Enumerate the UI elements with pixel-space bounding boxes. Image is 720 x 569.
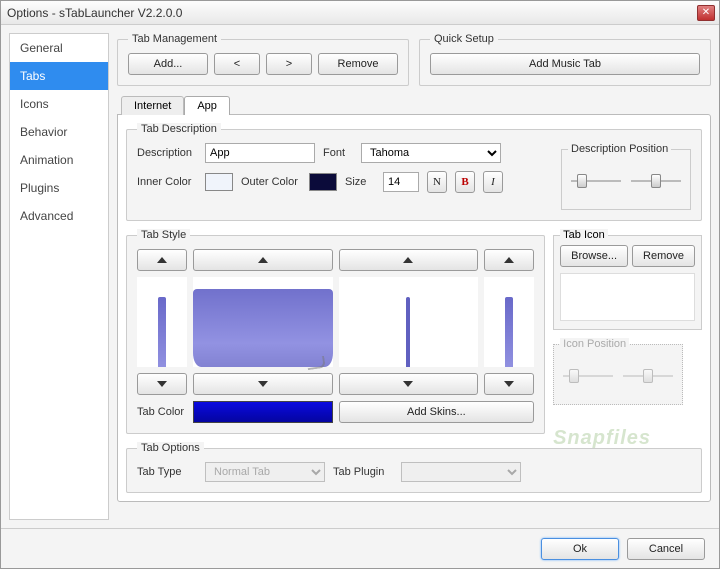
sidebar-item-animation[interactable]: Animation bbox=[10, 146, 108, 174]
add-button[interactable]: Add... bbox=[128, 53, 208, 75]
tab-style-row: Tab Style bbox=[126, 229, 702, 434]
icon-position-group: Icon Position bbox=[553, 338, 683, 405]
tab-icon-legend: Tab Icon bbox=[560, 229, 608, 241]
tab-type-select: Normal Tab bbox=[205, 462, 325, 482]
sidebar-item-tabs[interactable]: Tabs bbox=[10, 62, 108, 90]
sidebar-item-advanced[interactable]: Advanced bbox=[10, 202, 108, 230]
style-down-4[interactable] bbox=[484, 373, 534, 395]
tab-app[interactable]: App bbox=[184, 96, 230, 115]
tab-management-group: Tab Management Add... < > Remove bbox=[117, 33, 409, 86]
tab-preview-divider bbox=[339, 277, 479, 367]
ok-button[interactable]: Ok bbox=[541, 538, 619, 560]
add-skins-button[interactable]: Add Skins... bbox=[339, 401, 535, 423]
tab-internet[interactable]: Internet bbox=[121, 96, 184, 115]
outer-color-label: Outer Color bbox=[241, 176, 301, 188]
browse-button[interactable]: Browse... bbox=[560, 245, 628, 267]
tab-icon-group: Tab Icon Browse... Remove bbox=[553, 229, 702, 330]
sidebar-item-icons[interactable]: Icons bbox=[10, 90, 108, 118]
cancel-button[interactable]: Cancel bbox=[627, 538, 705, 560]
titlebar: Options - sTabLauncher V2.2.0.0 ✕ bbox=[1, 1, 719, 25]
position-sliders[interactable] bbox=[568, 159, 684, 203]
outer-color-swatch[interactable] bbox=[309, 173, 337, 191]
inner-color-swatch[interactable] bbox=[205, 173, 233, 191]
remove-icon-button[interactable]: Remove bbox=[632, 245, 695, 267]
style-up-2[interactable] bbox=[193, 249, 333, 271]
main-panel: Tab Management Add... < > Remove Quick S… bbox=[117, 33, 711, 520]
tab-description-legend: Tab Description bbox=[137, 123, 221, 135]
inner-color-label: Inner Color bbox=[137, 176, 197, 188]
icon-preview bbox=[560, 273, 695, 321]
top-panels: Tab Management Add... < > Remove Quick S… bbox=[117, 33, 711, 86]
options-window: Options - sTabLauncher V2.2.0.0 ✕ Genera… bbox=[0, 0, 720, 569]
icon-position-sliders bbox=[560, 354, 676, 398]
tab-style-legend: Tab Style bbox=[137, 229, 190, 241]
tab-management-legend: Tab Management bbox=[128, 33, 221, 45]
size-input[interactable] bbox=[383, 172, 419, 192]
tab-options-legend: Tab Options bbox=[137, 442, 204, 454]
italic-style-button[interactable]: I bbox=[483, 171, 503, 193]
footer: Ok Cancel bbox=[1, 528, 719, 568]
window-title: Options - sTabLauncher V2.2.0.0 bbox=[7, 6, 182, 20]
add-music-tab-button[interactable]: Add Music Tab bbox=[430, 53, 700, 75]
sidebar-item-plugins[interactable]: Plugins bbox=[10, 174, 108, 202]
bold-style-button[interactable]: B bbox=[455, 171, 475, 193]
body: General Tabs Icons Behavior Animation Pl… bbox=[1, 25, 719, 528]
close-icon[interactable]: ✕ bbox=[697, 5, 715, 21]
tab-color-swatch[interactable] bbox=[193, 401, 333, 423]
size-label: Size bbox=[345, 176, 375, 188]
font-select[interactable]: Tahoma bbox=[361, 143, 501, 163]
font-label: Font bbox=[323, 147, 353, 159]
sidebar-item-general[interactable]: General bbox=[10, 34, 108, 62]
tab-preview-left-cap bbox=[137, 277, 187, 367]
sidebar: General Tabs Icons Behavior Animation Pl… bbox=[9, 33, 109, 520]
quick-setup-legend: Quick Setup bbox=[430, 33, 498, 45]
sidebar-item-behavior[interactable]: Behavior bbox=[10, 118, 108, 146]
quick-setup-group: Quick Setup Add Music Tab bbox=[419, 33, 711, 86]
tab-options-group: Tab Options Tab Type Normal Tab Tab Plug… bbox=[126, 442, 702, 493]
icon-position-legend: Icon Position bbox=[560, 338, 629, 350]
style-up-3[interactable] bbox=[339, 249, 479, 271]
tab-plugin-select bbox=[401, 462, 521, 482]
style-up-4[interactable] bbox=[484, 249, 534, 271]
tab-preview-body bbox=[193, 277, 333, 367]
description-position-group: Description Position bbox=[561, 143, 691, 210]
prev-button[interactable]: < bbox=[214, 53, 260, 75]
tab-description-group: Tab Description Description Font Tahoma bbox=[126, 123, 702, 221]
tab-style-group: Tab Style bbox=[126, 229, 545, 434]
tab-plugin-label: Tab Plugin bbox=[333, 466, 393, 478]
next-button[interactable]: > bbox=[266, 53, 312, 75]
style-down-3[interactable] bbox=[339, 373, 479, 395]
tab-preview-right-cap bbox=[484, 277, 534, 367]
style-up-1[interactable] bbox=[137, 249, 187, 271]
description-input[interactable] bbox=[205, 143, 315, 163]
description-position-legend: Description Position bbox=[568, 143, 671, 155]
tab-color-label: Tab Color bbox=[137, 406, 197, 418]
tab-type-label: Tab Type bbox=[137, 466, 197, 478]
tab-content: Tab Description Description Font Tahoma bbox=[117, 114, 711, 502]
normal-style-button[interactable]: N bbox=[427, 171, 447, 193]
inner-tabs: Internet App Tab Description Description… bbox=[117, 92, 711, 502]
remove-button[interactable]: Remove bbox=[318, 53, 398, 75]
description-label: Description bbox=[137, 147, 197, 159]
style-down-2[interactable] bbox=[193, 373, 333, 395]
style-down-1[interactable] bbox=[137, 373, 187, 395]
